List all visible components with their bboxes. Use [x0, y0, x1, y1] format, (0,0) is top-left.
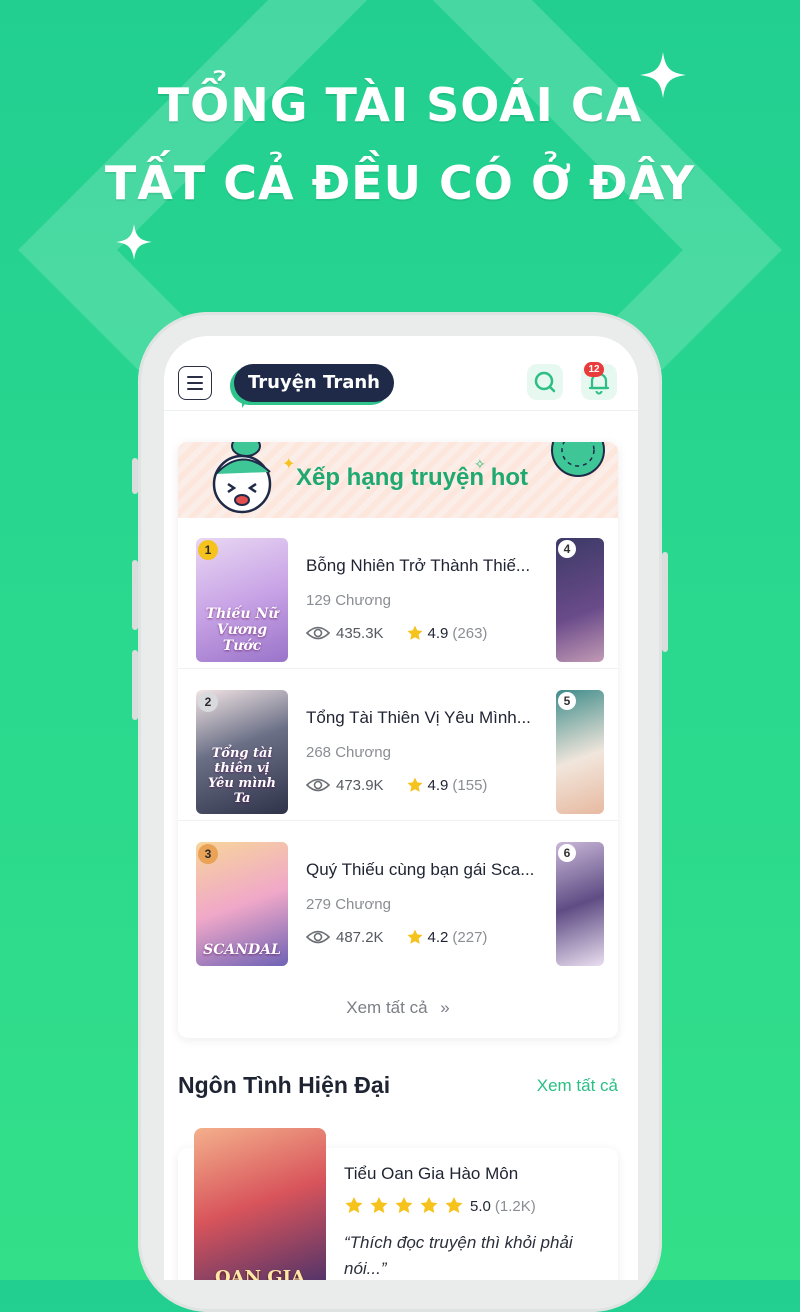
rating-value: 4.9	[427, 624, 449, 642]
rank-number: 6	[558, 844, 576, 862]
notification-badge: 12	[584, 362, 604, 377]
five-star-rating-icon	[345, 1197, 463, 1213]
eye-icon	[306, 626, 330, 640]
app-logo[interactable]: Truyện Tranh	[234, 364, 394, 402]
section-title: Ngôn Tình Hiện Đại	[178, 1072, 391, 1098]
app-top-bar: Truyện Tranh 12	[164, 336, 638, 411]
comic-stats: 435.3K 4.9 (263)	[306, 624, 487, 642]
see-all-label: Xem tất cả	[346, 998, 428, 1017]
search-button[interactable]	[527, 364, 563, 400]
view-count: 435.3K	[336, 624, 384, 642]
comic-cover[interactable]: OAN GIA	[194, 1128, 326, 1280]
rating-count: (263)	[452, 624, 488, 642]
rating-value: 4.2	[427, 928, 449, 946]
comic-title[interactable]: Bỗng Nhiên Trở Thành Thiế...	[306, 556, 542, 576]
double-chevron-right-icon: »	[440, 998, 450, 1017]
rank-number: 5	[558, 692, 576, 710]
search-icon	[534, 371, 556, 393]
rank-number: 4	[558, 540, 576, 558]
hot-ranking-banner: ✦ ✧ Xếp hạng truyện hot	[178, 442, 618, 518]
chapter-count: 279 Chương	[306, 896, 391, 913]
promo-headline-line2: TẤT CẢ ĐỀU CÓ Ở ĐÂY	[104, 156, 696, 210]
decor-circle-icon	[551, 442, 605, 477]
eye-icon	[306, 930, 330, 944]
featured-rating: 5.0 (1.2K)	[344, 1196, 536, 1216]
comic-stats: 473.9K 4.9 (155)	[306, 776, 487, 794]
rating-value: 4.9	[427, 776, 449, 794]
rating-count: (227)	[452, 928, 488, 946]
ranking-item[interactable]: 3 SCANDAL Quý Thiếu cùng bạn gái Sca... …	[178, 822, 618, 972]
rating-count: (155)	[452, 776, 488, 794]
cover-title-art: Thiếu Nữ Vương Tước	[205, 606, 279, 654]
rating-count: (1.2K)	[494, 1197, 536, 1215]
ranking-item[interactable]: 1 Thiếu Nữ Vương Tước Bỗng Nhiên Trở Thà…	[178, 518, 618, 669]
sparkle-icon	[116, 224, 152, 260]
comic-cover[interactable]: 4	[556, 538, 604, 662]
star-icon	[407, 777, 423, 792]
hot-ranking-title: Xếp hạng truyện hot	[296, 464, 529, 491]
comic-stats: 487.2K 4.2 (227)	[306, 928, 487, 946]
comic-cover[interactable]: 3 SCANDAL	[196, 842, 288, 966]
phone-side-button	[132, 650, 138, 720]
featured-comic-card[interactable]: OAN GIA Tiểu Oan Gia Hào Môn 5.0 (1.2K) …	[178, 1128, 618, 1280]
mascot-icon	[212, 442, 272, 514]
view-count: 473.9K	[336, 776, 384, 794]
rank-number: 2	[198, 692, 218, 712]
section-see-all-link[interactable]: Xem tất cả	[537, 1076, 618, 1096]
phone-side-button	[132, 560, 138, 630]
eye-icon	[306, 778, 330, 792]
comic-cover[interactable]: 5	[556, 690, 604, 814]
comic-cover[interactable]: 6	[556, 842, 604, 966]
app-screen: Truyện Tranh 12 ✦ ✧ Xếp hạng truyện hot …	[164, 336, 638, 1280]
rank-number: 3	[198, 844, 218, 864]
chapter-count: 268 Chương	[306, 744, 391, 761]
comic-cover[interactable]: 2 Tổng tài thiên vị Yêu mình Ta	[196, 690, 288, 814]
featured-review-quote: “Thích đọc truyện thì khỏi phải nói...”	[344, 1233, 573, 1278]
comic-title[interactable]: Tổng Tài Thiên Vị Yêu Mình...	[306, 708, 542, 728]
phone-power-button	[662, 552, 668, 652]
hamburger-menu-button[interactable]	[178, 366, 212, 400]
sparkle-icon	[640, 52, 686, 98]
hot-ranking-card: ✦ ✧ Xếp hạng truyện hot 1 Thiếu Nữ Vương…	[178, 442, 618, 1038]
cover-title-art: Tổng tài thiên vị Yêu mình Ta	[208, 746, 276, 806]
rank-number: 1	[198, 540, 218, 560]
ranking-item[interactable]: 2 Tổng tài thiên vị Yêu mình Ta Tổng Tài…	[178, 670, 618, 821]
cover-title-art: SCANDAL	[203, 942, 281, 958]
see-all-ranking-link[interactable]: Xem tất cả »	[178, 998, 618, 1018]
chapter-count: 129 Chương	[306, 592, 391, 609]
cover-title-art: OAN GIA	[214, 1267, 306, 1280]
rating-value: 5.0	[470, 1197, 491, 1215]
view-count: 487.2K	[336, 928, 384, 946]
star-icon	[407, 625, 423, 640]
star-sparkle-icon: ✦	[282, 456, 296, 473]
featured-title[interactable]: Tiểu Oan Gia Hào Môn	[344, 1164, 518, 1184]
comic-cover[interactable]: 1 Thiếu Nữ Vương Tước	[196, 538, 288, 662]
star-icon	[407, 929, 423, 944]
phone-side-button	[132, 458, 138, 494]
comic-title[interactable]: Quý Thiếu cùng bạn gái Sca...	[306, 860, 542, 880]
